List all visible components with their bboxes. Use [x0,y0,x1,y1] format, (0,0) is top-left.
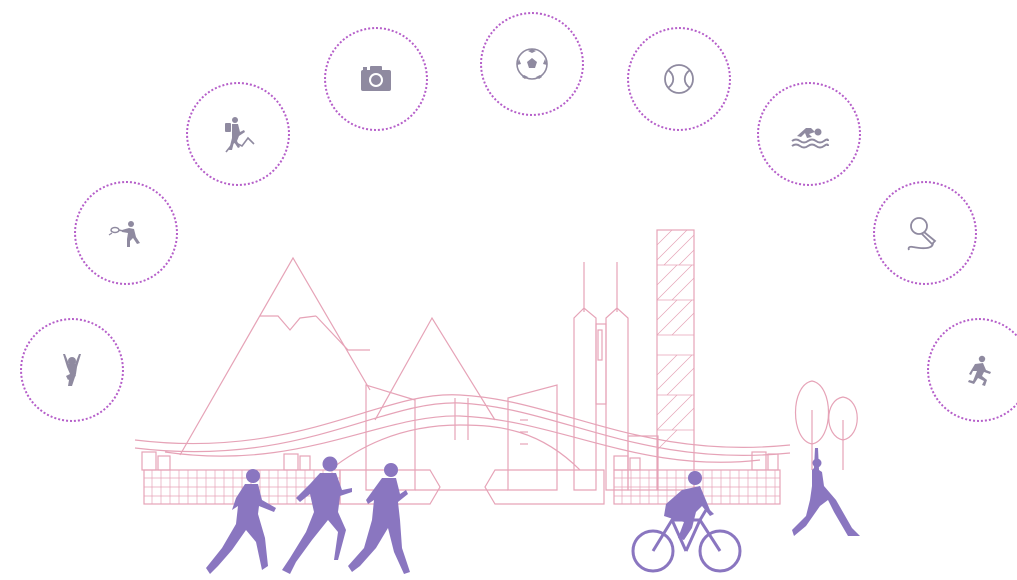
runners-group [206,456,410,574]
sports-city-illustration [0,0,1017,580]
trees [794,380,858,470]
bridge [134,394,791,505]
skyscrapers [365,229,695,491]
runner-figure [206,469,276,574]
runner-figure [348,463,410,574]
runner-figure [282,456,352,574]
city-skyline-scene [134,229,860,574]
yoga-figure [792,448,860,536]
